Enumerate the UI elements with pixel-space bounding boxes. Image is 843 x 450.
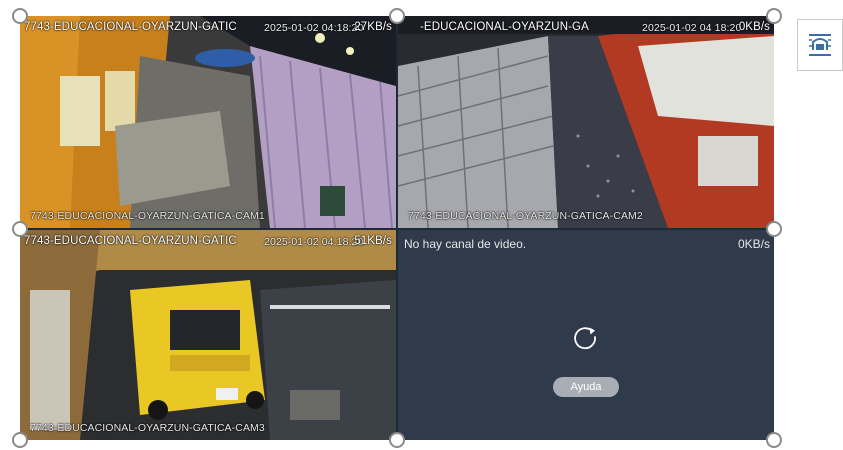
layout-options-button[interactable] [797,19,843,71]
camera-feed-cam3-image [20,230,396,440]
camera-bitrate: 0KB/s [737,237,770,251]
resize-handle-middle-left[interactable] [12,221,28,237]
resize-handle-top-left[interactable] [12,8,28,24]
no-video-message: No hay canal de video. [404,237,527,251]
video-grid: 7743-EDUCACIONAL-OYARZUN-GATIC 2025-01-0… [20,16,774,440]
camera-feed-cam1-image [20,16,396,228]
resize-handle-top-right[interactable] [766,8,782,24]
resize-handle-middle-right[interactable] [766,221,782,237]
camera-bitrate: 27KB/s [354,21,392,33]
camera-tile-cam2[interactable]: -EDUCACIONAL-OYARZUN-GA 2025-01-02 04 18… [398,16,774,228]
camera-label: 7743-EDUCACIONAL-OYARZUN-GATICA-CAM1 [30,210,265,222]
help-button[interactable]: Ayuda [553,377,619,397]
camera-title-overlay: 7743-EDUCACIONAL-OYARZUN-GATIC [24,235,237,247]
camera-title-overlay: -EDUCACIONAL-OYARZUN-GA [420,21,589,33]
resize-handle-bottom-center[interactable] [389,432,405,448]
image-layout-icon [809,34,831,56]
camera-title-overlay: 7743-EDUCACIONAL-OYARZUN-GATIC [24,21,237,33]
camera-timestamp: 2025-01-02 04:18:20 [264,22,364,34]
resize-handle-top-center[interactable] [389,8,405,24]
camera-feed-cam2-image [398,16,774,228]
camera-tile-empty[interactable]: No hay canal de video. 0KB/s Ayuda [398,230,774,440]
camera-bitrate: 0KB/s [738,21,770,33]
refresh-icon[interactable] [570,322,600,352]
camera-bitrate: 51KB/s [354,235,392,247]
camera-label: 7743-EDUCACIONAL-OYARZUN-GATICA-CAM2 [408,210,643,222]
camera-timestamp: 2025-01-02 04 18:20 [642,22,742,34]
camera-timestamp: 2025-01-02 04:18:20 [264,236,364,248]
camera-tile-cam1[interactable]: 7743-EDUCACIONAL-OYARZUN-GATIC 2025-01-0… [20,16,396,228]
resize-handle-bottom-left[interactable] [12,432,28,448]
camera-label: 7743-EDUCACIONAL-OYARZUN-GATICA-CAM3 [30,422,265,434]
resize-handle-bottom-right[interactable] [766,432,782,448]
camera-tile-cam3[interactable]: 7743-EDUCACIONAL-OYARZUN-GATIC 2025-01-0… [20,230,396,440]
